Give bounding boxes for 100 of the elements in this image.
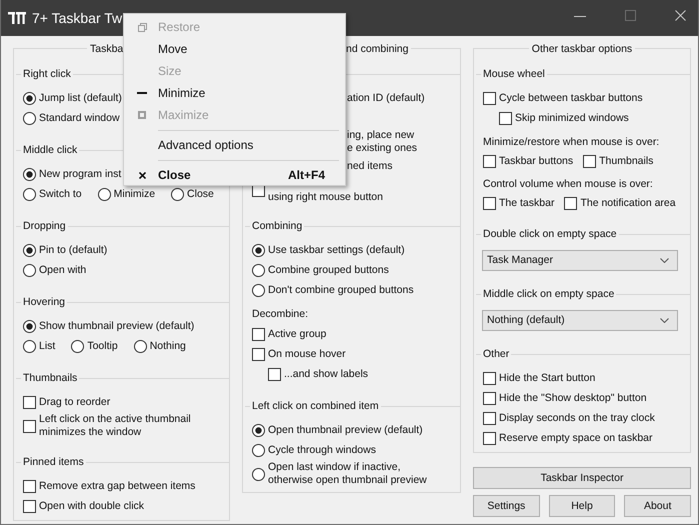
checkbox[interactable] — [483, 432, 496, 444]
option-label: Thumbnails — [599, 155, 654, 167]
checkbox[interactable] — [23, 396, 36, 408]
radio-button[interactable] — [23, 320, 36, 332]
option-label: Close — [187, 188, 214, 200]
dialog-button[interactable]: Help — [548, 495, 616, 517]
checkbox[interactable] — [23, 480, 36, 492]
dialog-button[interactable]: About — [624, 495, 692, 517]
option-label: The notification area — [580, 197, 676, 209]
option-label: List — [39, 340, 56, 352]
radio-button[interactable] — [23, 264, 36, 276]
checkbox[interactable] — [483, 372, 496, 384]
option-label: Standard window — [39, 112, 120, 124]
section-title: Other — [482, 348, 510, 360]
section-title: Left click on combined item — [251, 400, 380, 412]
section-title: Right click — [22, 68, 72, 80]
group-title: Other taskbar options — [528, 41, 636, 57]
close-icon[interactable] — [675, 10, 686, 21]
menu-item[interactable]: Minimize — [126, 82, 343, 104]
app-icon — [7, 9, 27, 27]
option-label: Show thumbnail preview (default) — [39, 320, 194, 332]
checkbox[interactable] — [23, 420, 36, 432]
dialog-button[interactable]: Settings — [473, 495, 540, 517]
radio-button[interactable] — [23, 168, 36, 180]
chevron-down-icon — [660, 258, 669, 262]
section-title: Middle click — [22, 144, 78, 156]
radio-button[interactable] — [23, 244, 36, 256]
option-label: Open with — [39, 264, 86, 276]
checkbox[interactable] — [483, 196, 496, 210]
menu-item[interactable]: Close Alt+F4 — [126, 164, 343, 186]
radio-button[interactable] — [23, 340, 36, 352]
restore-icon — [138, 22, 146, 32]
option-label: Open last window if inactive, otherwise open thumbnail preview — [268, 461, 427, 487]
radio-button[interactable] — [252, 264, 265, 276]
menu-item[interactable]: Advanced options — [126, 134, 343, 156]
option-label: ned items — [347, 160, 393, 172]
minimize-icon — [137, 92, 147, 94]
option-label: ing, place new e existing ones — [347, 129, 418, 155]
radio-button[interactable] — [23, 92, 36, 104]
radio-button[interactable] — [252, 284, 265, 296]
radio-button[interactable] — [23, 188, 36, 200]
checkbox[interactable] — [23, 500, 36, 512]
option-label: New program inst — [39, 168, 122, 180]
option-caption: Control volume when mouse is over: — [483, 178, 653, 190]
option-label: Tooltip — [87, 340, 118, 352]
taskbar-inspector-button[interactable]: Taskbar Inspector — [473, 467, 691, 489]
option-label: Drag to reorder — [39, 396, 110, 408]
option-label: Taskbar buttons — [499, 155, 574, 167]
option-label: Open thumbnail preview (default) — [268, 424, 423, 436]
radio-button[interactable] — [134, 340, 147, 352]
radio-button[interactable] — [23, 112, 36, 124]
option-label: ...and show labels — [284, 368, 368, 380]
option-label: Left click on the active thumbnail minimizes the window — [39, 413, 191, 439]
checkbox[interactable] — [252, 348, 265, 360]
option-label: Switch to — [39, 188, 82, 200]
dropdown[interactable]: Nothing (default) — [482, 310, 678, 330]
section-title: Hovering — [22, 296, 66, 308]
option-label: Hide the "Show desktop" button — [499, 392, 647, 404]
option-label: Don't combine grouped buttons — [268, 284, 414, 296]
section-title: Mouse wheel — [482, 68, 546, 80]
option-label: Use taskbar settings (default) — [268, 244, 405, 256]
option-label: Hide the Start button — [499, 372, 596, 384]
checkbox[interactable] — [268, 368, 281, 380]
close-icon — [138, 172, 146, 178]
radio-button[interactable] — [71, 340, 84, 352]
option-label: Nothing — [150, 340, 186, 352]
checkbox[interactable] — [483, 412, 496, 424]
section-title: Thumbnails — [22, 372, 78, 384]
option-label: Jump list (default) — [39, 92, 122, 104]
option-label: Remove extra gap between items — [39, 480, 196, 492]
option-caption: Minimize/restore when mouse is over: — [483, 136, 660, 148]
checkbox[interactable] — [564, 196, 578, 210]
checkbox[interactable] — [483, 392, 496, 404]
option-label: Skip minimized windows — [515, 112, 629, 124]
checkbox[interactable] — [583, 154, 596, 168]
radio-button[interactable] — [252, 244, 265, 256]
dropdown[interactable]: Task Manager — [482, 250, 678, 270]
checkbox[interactable] — [499, 112, 512, 124]
radio-button[interactable] — [98, 188, 111, 200]
section-title: Combining — [251, 220, 304, 232]
menu-item[interactable]: Move — [126, 38, 343, 60]
option-label: Reserve empty space on taskbar — [499, 432, 652, 444]
option-label: Minimize — [114, 188, 156, 200]
radio-button[interactable] — [252, 424, 265, 436]
option-label: ation ID (default) — [347, 92, 425, 104]
section-title: Double click on empty space — [482, 228, 618, 240]
radio-button[interactable] — [252, 444, 265, 456]
option-label: using right mouse button — [268, 190, 383, 204]
section-title: Middle click on empty space — [482, 288, 616, 300]
checkbox[interactable] — [252, 328, 265, 340]
group-title: nd combining — [343, 41, 412, 57]
option-label: Active group — [268, 328, 326, 340]
checkbox[interactable] — [483, 154, 496, 168]
checkbox[interactable] — [483, 92, 496, 104]
option-label: Open with double click — [39, 500, 144, 512]
radio-button[interactable] — [252, 468, 265, 480]
minimize-icon[interactable] — [574, 16, 586, 18]
option-label: On mouse hover — [268, 348, 346, 360]
radio-button[interactable] — [171, 188, 184, 200]
maximize-icon — [138, 111, 146, 119]
